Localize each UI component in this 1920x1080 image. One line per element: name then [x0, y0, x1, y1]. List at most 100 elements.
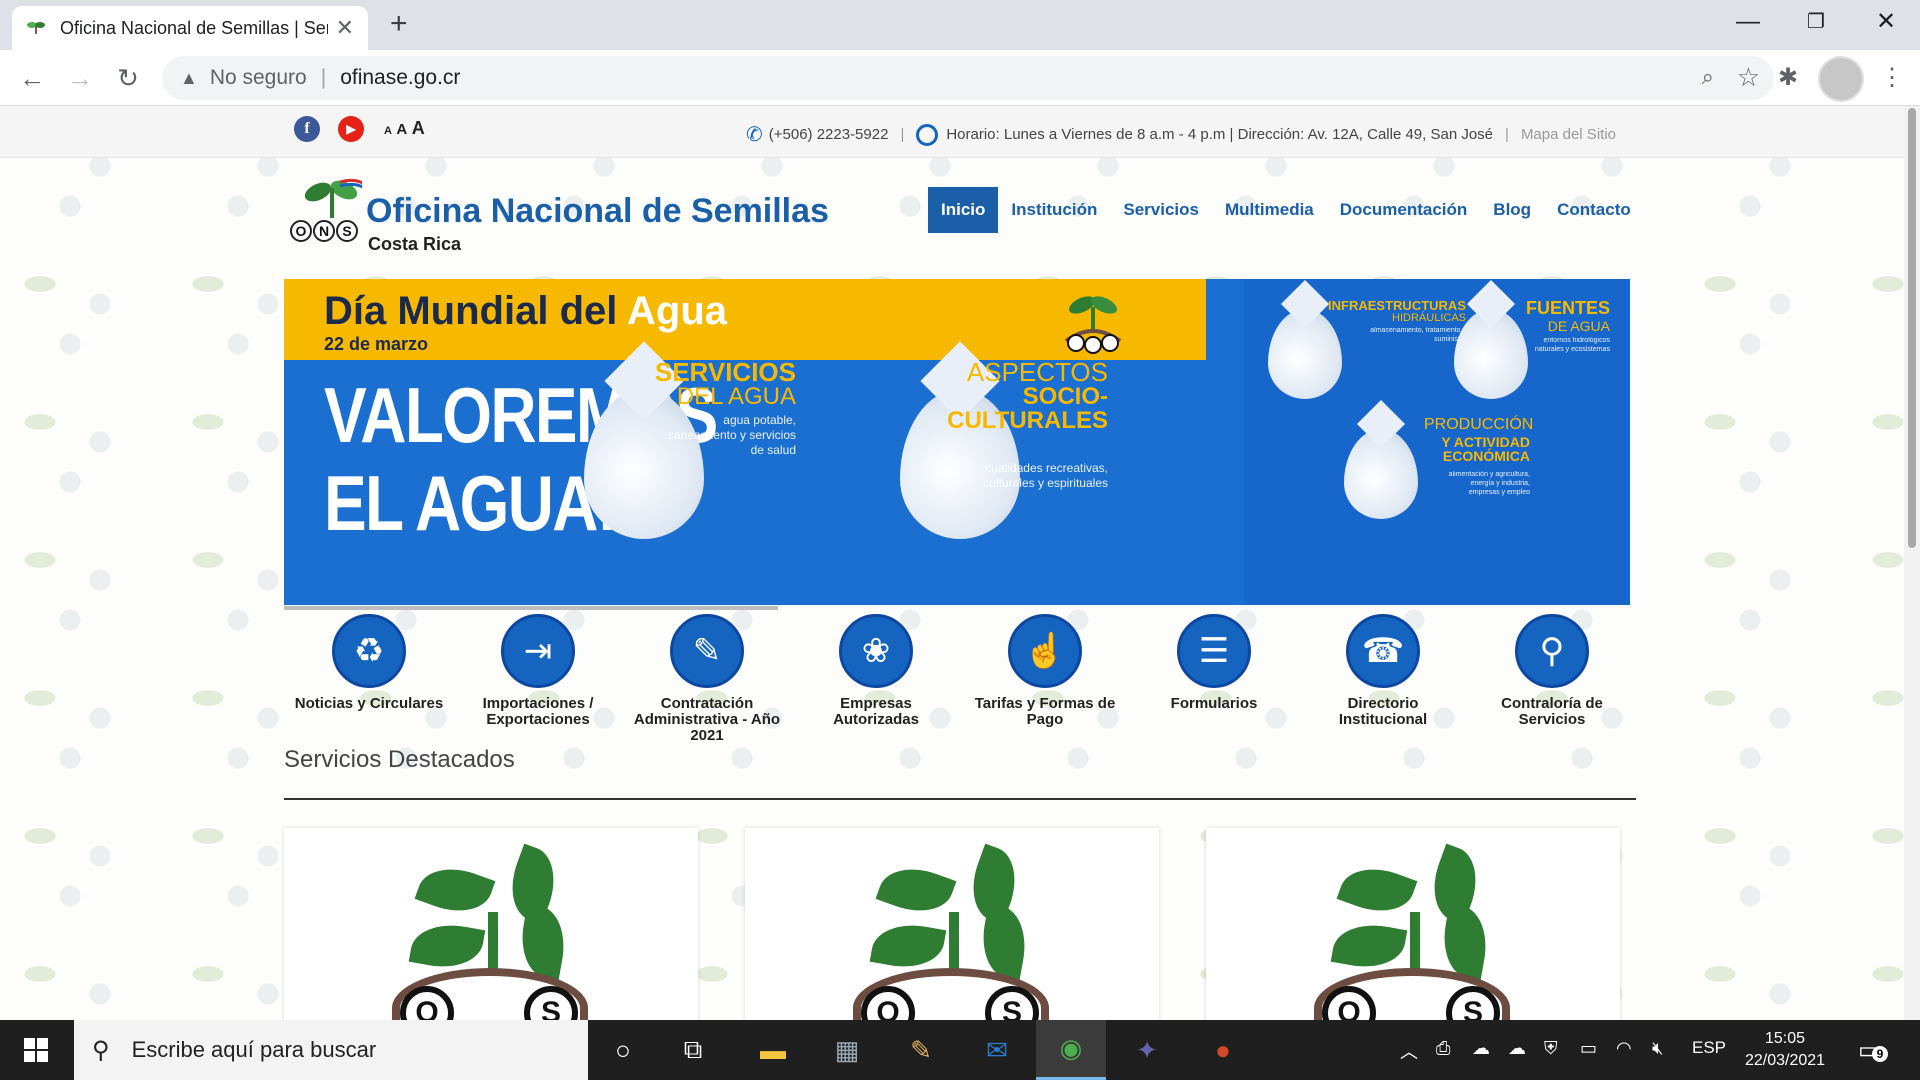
quick-link-contratacion[interactable]: ✎ Contratación Administrativa - Año 2021	[629, 614, 785, 744]
org-name: Oficina Nacional de Semillas	[366, 192, 829, 230]
quick-link-contraloria[interactable]: ⚲ Contraloría de Servicios	[1474, 614, 1630, 728]
plant-stem	[488, 912, 498, 972]
divider: |	[1505, 126, 1509, 143]
windows-logo-icon	[24, 1038, 48, 1062]
nav-servicios[interactable]: Servicios	[1110, 187, 1212, 233]
featured-divider	[284, 798, 1636, 800]
browser-tab-strip: Oficina Nacional de Semillas | Ser ✕ + —…	[0, 0, 1920, 50]
browser-tab[interactable]: Oficina Nacional de Semillas | Ser ✕	[12, 6, 368, 50]
back-button[interactable]: ←	[16, 62, 48, 94]
facebook-icon[interactable]: f	[294, 116, 320, 142]
hero-banner[interactable]: Día Mundial del Agua 22 de marzo VALOREM…	[284, 279, 1630, 605]
nav-multimedia[interactable]: Multimedia	[1212, 187, 1327, 233]
file-explorer-icon[interactable]: ▬	[738, 1020, 808, 1080]
powerpoint-icon[interactable]: ●	[1188, 1020, 1258, 1080]
minimize-button[interactable]: —	[1718, 6, 1778, 38]
font-size-large-button[interactable]: A	[412, 118, 425, 138]
search-placeholder: Escribe aquí para buscar	[131, 1037, 377, 1062]
cortana-icon[interactable]: ○	[588, 1020, 658, 1080]
leaf-icon	[408, 918, 486, 974]
close-window-button[interactable]: ✕	[1856, 6, 1916, 38]
banner-date: 22 de marzo	[324, 334, 429, 354]
ons-logo-letters: ONS	[290, 220, 359, 242]
nav-contacto[interactable]: Contacto	[1544, 187, 1644, 233]
quick-link-label: Importaciones / Exportaciones	[482, 695, 594, 728]
onedrive-icon[interactable]: ☁	[1472, 1038, 1490, 1059]
bookmark-star-icon[interactable]: ☆	[1737, 62, 1760, 93]
scrollbar-thumb[interactable]	[1908, 108, 1916, 548]
address-bar[interactable]: ▲ No seguro | ofinase.go.cr ⌕ ☆	[162, 56, 1774, 100]
divider: |	[900, 126, 905, 143]
document-icon: ☰	[1177, 614, 1251, 688]
quick-link-formularios[interactable]: ☰ Formularios	[1136, 614, 1292, 712]
outlook-icon[interactable]: ✉	[962, 1020, 1032, 1080]
banner-item-title: SERVICIOS	[654, 357, 796, 387]
banner-item-subtitle: DEL AGUA	[676, 383, 796, 410]
nav-blog[interactable]: Blog	[1480, 187, 1544, 233]
address-separator: |	[320, 66, 327, 89]
new-tab-button[interactable]: +	[390, 9, 408, 39]
security-shield-icon[interactable]: ⛨	[1544, 1038, 1558, 1059]
hand-pay-icon: ☝	[1008, 614, 1082, 688]
language-indicator[interactable]: ESP	[1692, 1038, 1726, 1058]
menu-icon[interactable]: ⋮	[1880, 62, 1904, 94]
quick-link-label: Contraloría de Servicios	[1501, 695, 1603, 728]
import-export-icon: ⇥	[501, 614, 575, 688]
printer-icon[interactable]: ⎙	[1436, 1038, 1450, 1059]
search-icon: ⚲	[92, 1036, 110, 1064]
tab-close-icon[interactable]: ✕	[336, 15, 354, 41]
calculator-icon[interactable]: ▦	[812, 1020, 882, 1080]
banner-title: Día Mundial del Agua	[324, 289, 727, 334]
quick-link-label: Directorio Institucional	[1338, 695, 1428, 728]
quick-link-label: Empresas Autorizadas	[833, 695, 919, 728]
wifi-icon[interactable]: ◠	[1616, 1038, 1632, 1059]
teams-icon[interactable]: ✦	[1112, 1020, 1182, 1080]
font-size-medium-button[interactable]: A	[396, 121, 407, 138]
taskbar-search[interactable]: ⚲ Escribe aquí para buscar	[74, 1020, 588, 1080]
onedrive-business-icon[interactable]: ☁	[1508, 1038, 1526, 1059]
featured-card[interactable]: O S	[284, 828, 698, 1020]
notification-center-icon[interactable]: ▭ 9	[1858, 1036, 1888, 1065]
youtube-icon[interactable]: ▶	[338, 116, 364, 142]
featured-services-title: Servicios Destacados	[284, 746, 515, 773]
sitemap-link[interactable]: Mapa del Sitio	[1521, 126, 1616, 143]
banner-item-desc: agua potable, saneamiento y servicios de…	[667, 413, 796, 457]
quick-link-importaciones[interactable]: ⇥ Importaciones / Exportaciones	[460, 614, 616, 728]
quick-link-directorio[interactable]: ☎ Directorio Institucional	[1305, 614, 1461, 728]
url-text[interactable]: ofinase.go.cr	[340, 66, 460, 90]
warning-icon[interactable]: ▲	[180, 68, 198, 89]
extensions-icon[interactable]: ✱	[1778, 62, 1798, 94]
ons-banner-logo-icon	[1064, 296, 1122, 354]
profile-avatar[interactable]	[1818, 56, 1864, 102]
battery-icon[interactable]: ▭	[1580, 1038, 1597, 1059]
quick-link-empresas[interactable]: ❀ Empresas Autorizadas	[798, 614, 954, 728]
zoom-icon[interactable]: ⌕	[1702, 64, 1714, 90]
browser-toolbar: ← → ↻ ▲ No seguro | ofinase.go.cr ⌕ ☆ ✱ …	[0, 50, 1920, 106]
reload-button[interactable]: ↻	[112, 62, 144, 94]
paint-icon[interactable]: ✎	[886, 1020, 956, 1080]
forward-button[interactable]: →	[64, 62, 96, 94]
restore-button[interactable]: ❐	[1786, 6, 1846, 38]
featured-card[interactable]: O S	[1206, 828, 1620, 1020]
start-button[interactable]	[0, 1020, 72, 1080]
location-pin-icon: ⚲	[1515, 614, 1589, 688]
nav-institucion[interactable]: Institución	[998, 187, 1110, 233]
chrome-icon[interactable]: ◉	[1036, 1020, 1106, 1080]
volume-muted-icon[interactable]: 🔇︎	[1652, 1038, 1663, 1059]
quick-link-tarifas[interactable]: ☝ Tarifas y Formas de Pago	[967, 614, 1123, 728]
quick-link-noticias[interactable]: ♻ Noticias y Circulares	[291, 614, 447, 712]
featured-card[interactable]: O S	[745, 828, 1159, 1020]
site-logo[interactable]: ONS Oficina Nacional de Semillas Costa R…	[290, 168, 830, 258]
font-size-small-button[interactable]: A	[384, 125, 392, 137]
nav-documentacion[interactable]: Documentación	[1327, 187, 1481, 233]
windows-taskbar: ⚲ Escribe aquí para buscar ○ ⧉ ▬ ▦ ✎ ✉ ◉…	[0, 1020, 1920, 1080]
system-clock[interactable]: 15:05 22/03/2021	[1740, 1028, 1830, 1072]
chevron-up-icon[interactable]: ︿	[1400, 1038, 1418, 1064]
security-label[interactable]: No seguro	[210, 66, 307, 90]
phone-book-icon: ☎	[1346, 614, 1420, 688]
plant-stem	[949, 912, 959, 972]
banner-item-title: INFRAESTRUCTURAS	[1328, 298, 1466, 313]
task-view-icon[interactable]: ⧉	[658, 1020, 728, 1080]
nav-inicio[interactable]: Inicio	[928, 187, 999, 233]
clock-date: 22/03/2021	[1744, 1052, 1826, 1069]
